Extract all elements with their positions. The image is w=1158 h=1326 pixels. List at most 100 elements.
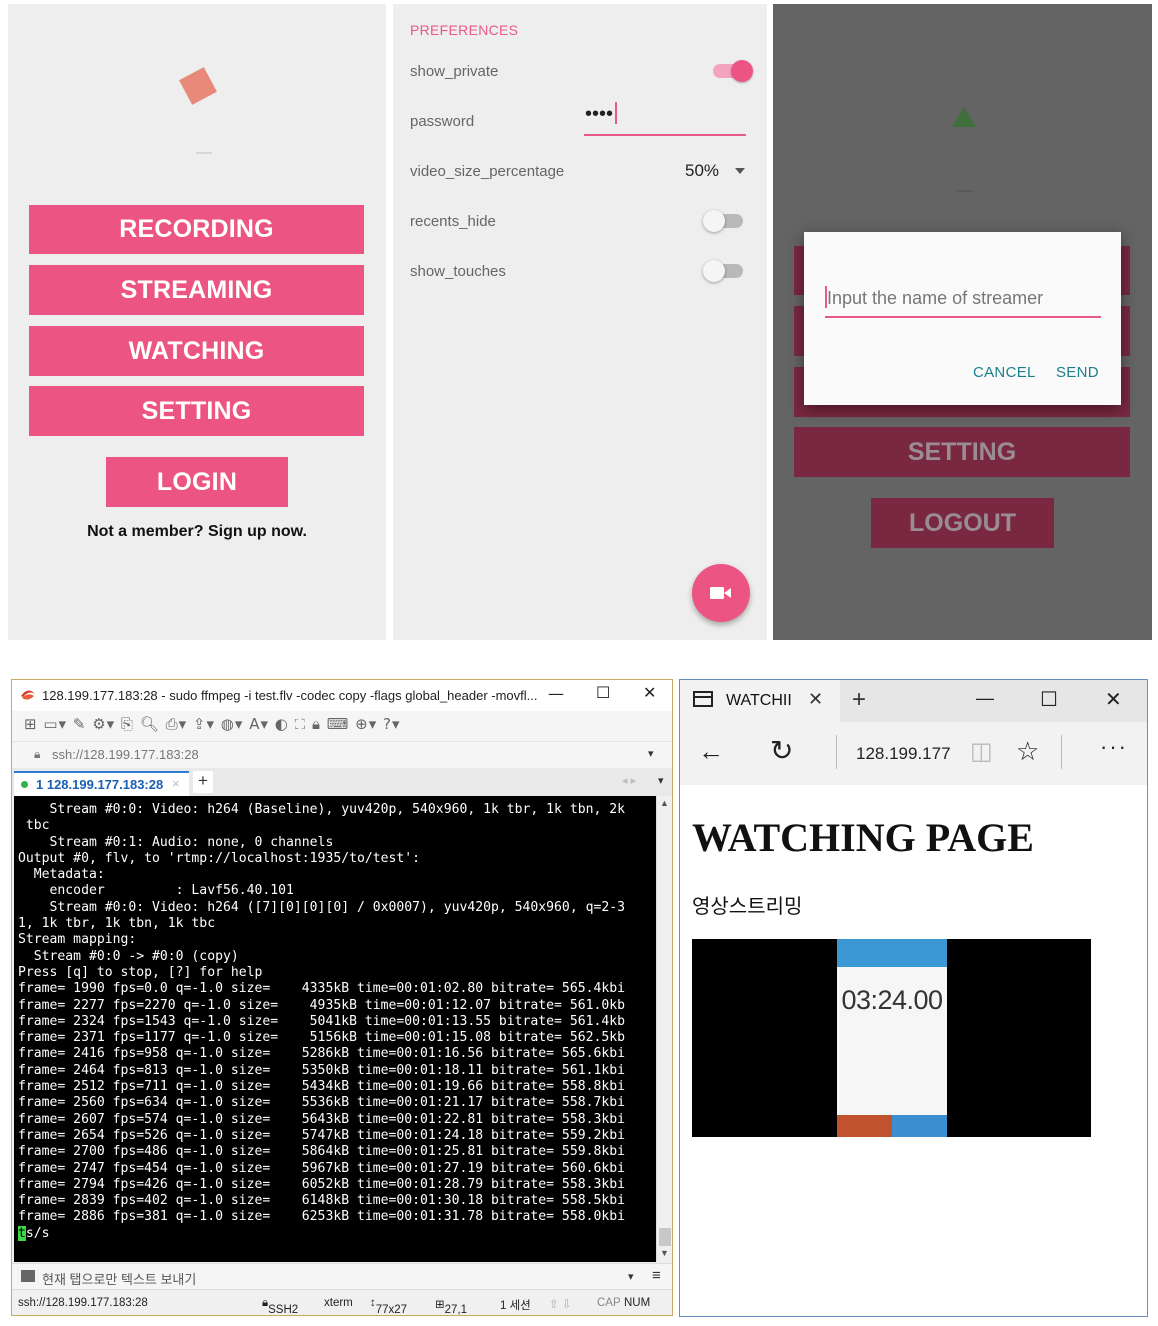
address-bar[interactable]: 🔒︎ ssh://128.199.177.183:28 ▾ bbox=[12, 741, 672, 768]
setting-button[interactable]: SETTING bbox=[29, 386, 364, 436]
page-subtitle: 영상스트리밍 bbox=[692, 894, 803, 918]
terminal-last-line: s/s bbox=[25, 1225, 50, 1241]
toggle-knob bbox=[703, 260, 725, 282]
browser-tab[interactable]: WATCHII ✕ bbox=[680, 680, 840, 722]
close-tab-icon[interactable]: × bbox=[172, 776, 180, 791]
separator bbox=[1061, 735, 1062, 769]
tab-scroll-icon[interactable]: ◂ ▸ bbox=[622, 774, 636, 787]
toggle-knob bbox=[703, 210, 725, 232]
script-icon[interactable]: ◐ bbox=[275, 715, 289, 733]
status-arrows: ⇧ ⇩ bbox=[549, 1299, 572, 1311]
page-title: WATCHING PAGE bbox=[692, 815, 1034, 860]
browser-nav-bar: ← ↻ 128.199.177 ◫ ☆ ··· bbox=[680, 722, 1147, 785]
text-cursor bbox=[615, 102, 618, 124]
video-size-value[interactable]: 50% bbox=[685, 161, 719, 181]
print-icon[interactable]: ⎙▾ bbox=[166, 715, 188, 733]
globe-icon[interactable]: ◍▾ bbox=[221, 715, 244, 733]
vertical-scrollbar[interactable]: ▲ ▼ bbox=[656, 796, 672, 1262]
fullscreen-icon[interactable]: ⛶ bbox=[295, 715, 307, 733]
add-icon[interactable]: ⊕▾ bbox=[355, 715, 377, 733]
maximize-icon[interactable]: ☐ bbox=[1040, 687, 1058, 712]
setting-button[interactable]: SETTING bbox=[794, 427, 1130, 477]
show-private-toggle[interactable] bbox=[713, 60, 753, 82]
stream-video-player[interactable]: 03:24.00 bbox=[692, 939, 1091, 1137]
chevron-down-icon[interactable]: ▾ bbox=[628, 1270, 634, 1283]
status-num: NUM bbox=[624, 1297, 651, 1309]
reading-view-icon[interactable]: ◫ bbox=[970, 737, 993, 766]
more-icon[interactable]: ··· bbox=[1100, 734, 1128, 760]
session-tab[interactable]: 1 128.199.177.183:28 × bbox=[14, 771, 189, 796]
session-tabs: 1 128.199.177.183:28 × + ◂ ▸ ▾ bbox=[12, 768, 672, 796]
record-fab-button[interactable] bbox=[692, 564, 750, 622]
settings-icon[interactable]: ⚙▾ bbox=[92, 715, 115, 733]
back-arrow-icon[interactable]: ← bbox=[698, 736, 724, 767]
status-address: ssh://128.199.177.183:28 bbox=[18, 1297, 148, 1309]
search-icon[interactable]: 🔍︎ bbox=[140, 715, 160, 733]
password-value: •••• bbox=[585, 103, 614, 125]
scroll-up-icon[interactable]: ▲ bbox=[660, 798, 669, 808]
chevron-down-icon[interactable]: ▾ bbox=[648, 747, 654, 760]
minimize-icon[interactable]: — bbox=[548, 684, 564, 703]
watching-button[interactable]: WATCHING bbox=[29, 326, 364, 376]
login-button[interactable]: LOGIN bbox=[106, 457, 288, 507]
cancel-button[interactable]: CANCEL bbox=[973, 364, 1036, 381]
browser-tab-title: WATCHII bbox=[726, 692, 792, 709]
dropdown-arrow-icon[interactable] bbox=[735, 168, 745, 174]
streamer-name-input[interactable]: Input the name of streamer bbox=[825, 280, 1101, 318]
refresh-icon[interactable]: ↻ bbox=[770, 734, 793, 767]
menu-icon[interactable]: ≡ bbox=[652, 1267, 661, 1284]
send-text-bar[interactable]: 현재 탭으로만 텍스트 보내기 ▾ ≡ bbox=[12, 1263, 672, 1289]
send-text-label: 현재 탭으로만 텍스트 보내기 bbox=[42, 1272, 197, 1287]
maximize-icon[interactable]: ☐ bbox=[596, 683, 610, 702]
terminal-cursor: t bbox=[18, 1225, 26, 1241]
scrollbar-thumb[interactable] bbox=[659, 1228, 671, 1246]
logout-button[interactable]: LOGOUT bbox=[871, 498, 1054, 548]
open-folder-icon[interactable]: ▭▾ bbox=[43, 715, 67, 733]
new-session-icon[interactable]: ⊞ bbox=[24, 715, 38, 733]
send-button[interactable]: SEND bbox=[1056, 364, 1099, 381]
favorite-star-icon[interactable]: ☆ bbox=[1016, 736, 1039, 767]
phone-preferences-screen: PREFERENCES show_private password •••• v… bbox=[393, 4, 767, 640]
lock-icon[interactable]: 🔒︎ bbox=[312, 715, 321, 733]
password-field[interactable]: •••• bbox=[584, 102, 746, 136]
app-button-right bbox=[892, 1115, 947, 1137]
new-tab-icon[interactable]: + bbox=[852, 686, 866, 714]
url-field[interactable]: 128.199.177 bbox=[856, 744, 951, 764]
recording-button[interactable]: RECORDING bbox=[29, 205, 364, 254]
signup-link[interactable]: Not a member? Sign up now. bbox=[8, 523, 386, 541]
transfer-icon[interactable]: ⇪▾ bbox=[193, 715, 215, 733]
terminal-output[interactable]: Stream #0:0: Video: h264 (Baseline), yuv… bbox=[14, 796, 656, 1262]
copy-icon[interactable]: ⎘ bbox=[121, 715, 134, 733]
session-tab-label: 1 128.199.177.183:28 bbox=[36, 777, 164, 792]
close-icon[interactable]: ✕ bbox=[1105, 687, 1122, 712]
recents-hide-toggle[interactable] bbox=[703, 210, 743, 232]
app-header-bar bbox=[837, 939, 947, 967]
divider bbox=[957, 190, 973, 192]
status-bar: ssh://128.199.177.183:28 🔒︎ SSH2 xterm ↕… bbox=[12, 1289, 672, 1316]
terminal-window: 128.199.177.183:28 - sudo ffmpeg -i test… bbox=[11, 679, 673, 1316]
phone-home-screen: RECORDING STREAMING WATCHING SETTING LOG… bbox=[8, 4, 386, 640]
preferences-header: PREFERENCES bbox=[410, 22, 519, 38]
tools-icon[interactable]: ✎ bbox=[73, 715, 87, 733]
new-tab-button[interactable]: + bbox=[193, 771, 213, 793]
terminal-titlebar: 128.199.177.183:28 - sudo ffmpeg -i test… bbox=[12, 680, 672, 711]
close-tab-icon[interactable]: ✕ bbox=[808, 689, 823, 710]
chevron-down-icon[interactable]: ▾ bbox=[658, 774, 664, 787]
app-button-left bbox=[837, 1115, 892, 1137]
font-icon[interactable]: A▾ bbox=[249, 715, 269, 733]
terminal-icon bbox=[21, 1270, 35, 1282]
status-protocol: 🔒︎ SSH2 bbox=[262, 1297, 299, 1316]
keyboard-icon[interactable]: ⌨ bbox=[327, 715, 350, 733]
streaming-button[interactable]: STREAMING bbox=[29, 265, 364, 315]
status-size: ↕ 77x27 bbox=[370, 1297, 408, 1316]
scroll-down-icon[interactable]: ▼ bbox=[660, 1248, 669, 1258]
minimize-icon[interactable]: — bbox=[976, 688, 994, 709]
show-touches-toggle[interactable] bbox=[703, 260, 743, 282]
app-logo-icon bbox=[21, 690, 35, 700]
recents-hide-label: recents_hide bbox=[410, 213, 496, 230]
help-icon[interactable]: ?▾ bbox=[383, 715, 401, 733]
close-icon[interactable]: ✕ bbox=[643, 683, 656, 702]
status-cap: CAP bbox=[597, 1297, 621, 1309]
show-touches-label: show_touches bbox=[410, 263, 506, 280]
logo-triangle-icon bbox=[952, 107, 976, 127]
